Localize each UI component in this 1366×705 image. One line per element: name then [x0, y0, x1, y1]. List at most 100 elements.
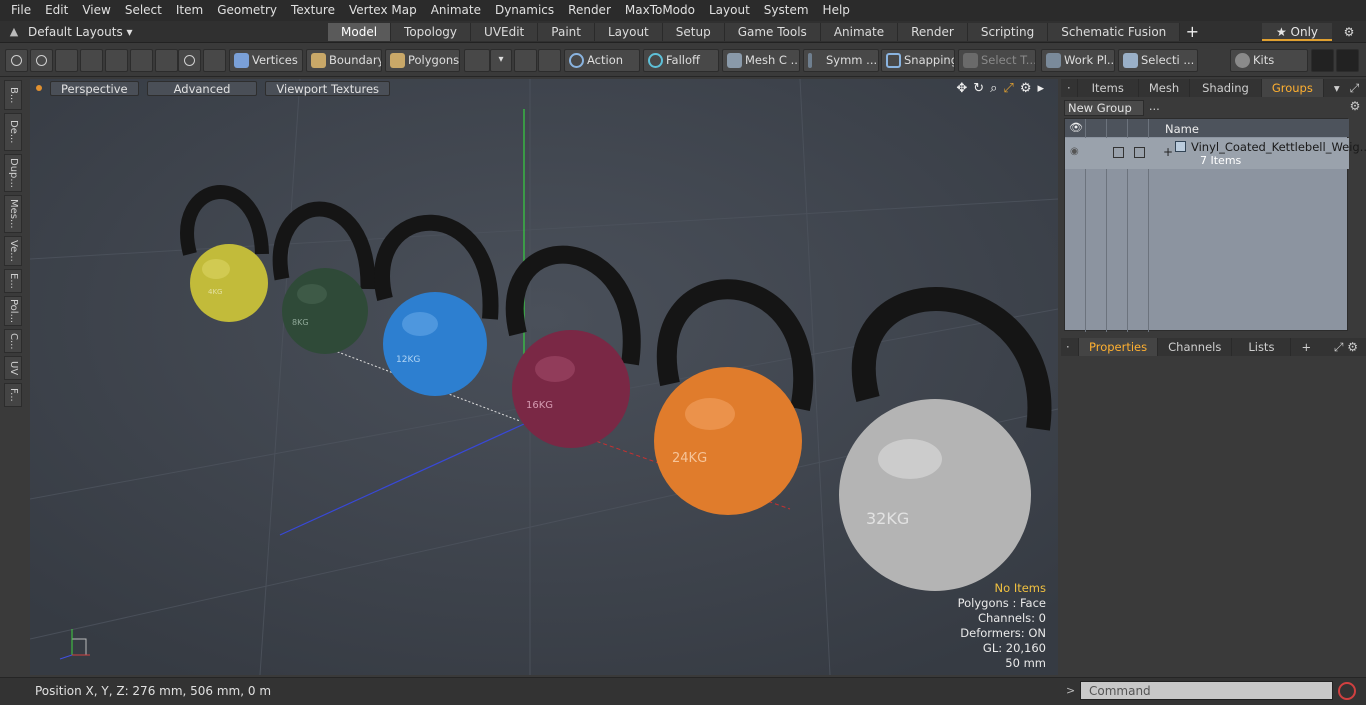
advanced-dropdown[interactable]: Advanced: [146, 80, 258, 96]
row-eye-icon[interactable]: ◉: [1070, 146, 1079, 157]
vtab-deform[interactable]: De...: [4, 113, 22, 151]
tab-scripting[interactable]: Scripting: [967, 22, 1049, 41]
vtab-duplicate[interactable]: Dup...: [4, 154, 22, 192]
vtab-fusion[interactable]: F...: [4, 383, 22, 407]
vtab-uv[interactable]: UV: [4, 356, 22, 380]
tab-render[interactable]: Render: [898, 22, 968, 41]
tab-topology[interactable]: Topology: [391, 22, 472, 41]
layout-tabs: Model Topology UVEdit Paint Layout Setup…: [328, 22, 1204, 41]
frame-icon[interactable]: [155, 49, 178, 72]
tab-lists[interactable]: Lists: [1232, 338, 1292, 356]
maximize-view-icon[interactable]: ⤢: [1003, 81, 1013, 96]
vtab-polygon[interactable]: Pol...: [4, 296, 22, 326]
menu-item[interactable]: Item: [169, 0, 210, 21]
tab-shading[interactable]: Shading: [1190, 79, 1262, 97]
menu-system[interactable]: System: [757, 0, 816, 21]
command-input[interactable]: Command: [1080, 681, 1333, 700]
record-icon[interactable]: [1338, 682, 1356, 700]
tab-channels[interactable]: Channels: [1158, 338, 1233, 356]
3d-viewport[interactable]: 4KG 8KG 12KG 16KG 24KG 32KG Perspective …: [30, 79, 1058, 675]
polygons-button[interactable]: Polygons: [385, 49, 460, 72]
viewport-gear-icon[interactable]: ⚙: [1020, 81, 1032, 96]
unity-icon[interactable]: [1311, 49, 1334, 72]
tab-properties[interactable]: Properties: [1079, 338, 1159, 356]
center-icon[interactable]: [130, 49, 153, 72]
tab-items[interactable]: Items: [1078, 79, 1139, 97]
vtab-mesh-edit[interactable]: Mes...: [4, 195, 22, 233]
vertices-button[interactable]: Vertices: [229, 49, 303, 72]
tab-setup[interactable]: Setup: [662, 22, 725, 41]
menu-help[interactable]: Help: [816, 0, 857, 21]
menu-layout[interactable]: Layout: [702, 0, 757, 21]
vtab-vertex[interactable]: Ve...: [4, 236, 22, 266]
boundary-button[interactable]: Boundary: [306, 49, 382, 72]
column-name[interactable]: Name: [1165, 122, 1199, 136]
select-circle-icon[interactable]: [5, 49, 28, 72]
row-lock-checkbox[interactable]: [1113, 147, 1124, 158]
menu-edit[interactable]: Edit: [38, 0, 75, 21]
add-tab-icon[interactable]: +: [1180, 22, 1204, 41]
symmetry-button[interactable]: Symm ...: [803, 49, 879, 72]
menu-geometry[interactable]: Geometry: [210, 0, 284, 21]
vtab-curve[interactable]: C...: [4, 329, 22, 353]
tab-mesh[interactable]: Mesh ...: [1139, 79, 1191, 113]
pen-icon[interactable]: [55, 49, 78, 72]
rotate-icon[interactable]: [178, 49, 201, 72]
layout-dropdown[interactable]: Default Layouts ▾: [28, 25, 328, 39]
action-button[interactable]: Action: [564, 49, 640, 72]
menu-render[interactable]: Render: [561, 0, 618, 21]
tab-game-tools[interactable]: Game Tools: [724, 22, 821, 41]
expand-plus-icon[interactable]: +: [1163, 145, 1173, 159]
falloff-button[interactable]: Falloff: [643, 49, 719, 72]
menu-animate[interactable]: Animate: [424, 0, 488, 21]
tab-model[interactable]: Model: [328, 22, 392, 41]
dropdown-arrow-icon[interactable]: ▾: [490, 49, 512, 72]
cube-icon[interactable]: [203, 49, 226, 72]
mesh-constraint-button[interactable]: Mesh C ...: [722, 49, 800, 72]
symmetry-shield-icon[interactable]: [514, 49, 537, 72]
menu-vertex-map[interactable]: Vertex Map: [342, 0, 424, 21]
snapping-button[interactable]: Snapping: [881, 49, 955, 72]
rotate-view-icon[interactable]: ↻: [973, 81, 984, 96]
work-plane-button[interactable]: Work Pl...: [1041, 49, 1115, 72]
shield-icon[interactable]: [538, 49, 561, 72]
zoom-view-icon[interactable]: ⌕: [990, 81, 997, 96]
unreal-icon[interactable]: [1336, 49, 1359, 72]
gear-icon[interactable]: ⚙: [1338, 23, 1360, 41]
tab-layout[interactable]: Layout: [594, 22, 663, 41]
tab-uvedit[interactable]: UVEdit: [471, 22, 539, 41]
group-row[interactable]: ◉ + Vinyl_Coated_Kettlebell_Weig... 7 It…: [1065, 138, 1366, 169]
move-view-icon[interactable]: ✥: [956, 81, 967, 96]
menu-select[interactable]: Select: [118, 0, 169, 21]
tabs-dropdown-icon[interactable]: ▾: [1324, 79, 1350, 97]
add-panel-tab-icon[interactable]: +: [1291, 338, 1321, 356]
new-group-button[interactable]: New Group: [1064, 100, 1144, 116]
select-through-button[interactable]: Select T...: [958, 49, 1036, 72]
perspective-dropdown[interactable]: Perspective: [50, 80, 139, 96]
menu-view[interactable]: View: [75, 0, 117, 21]
row-select-checkbox[interactable]: [1134, 147, 1145, 158]
viewport-more-icon[interactable]: ▸: [1037, 81, 1044, 96]
panel-expand-icon[interactable]: ⤢ ⚙: [1350, 79, 1366, 113]
kits-button[interactable]: Kits: [1230, 49, 1308, 72]
tab-animate[interactable]: Animate: [820, 22, 899, 41]
vtab-basic[interactable]: B...: [4, 80, 22, 110]
tab-schematic-fusion[interactable]: Schematic Fusion: [1048, 22, 1181, 41]
tab-paint[interactable]: Paint: [538, 22, 595, 41]
selection-sets-button[interactable]: Selecti ...: [1118, 49, 1198, 72]
eye-icon[interactable]: 👁: [1069, 121, 1083, 134]
align-icon[interactable]: [105, 49, 128, 72]
item-mode-icon[interactable]: [464, 49, 490, 72]
only-toggle[interactable]: ★ Only: [1262, 23, 1332, 41]
globe-icon[interactable]: [30, 49, 53, 72]
viewport-textures-dropdown[interactable]: Viewport Textures: [265, 80, 391, 96]
vtab-edge[interactable]: E...: [4, 269, 22, 293]
brush-icon[interactable]: [80, 49, 103, 72]
tab-groups[interactable]: Groups: [1261, 79, 1324, 97]
collapse-arrow-icon[interactable]: ▲: [0, 25, 28, 38]
menu-file[interactable]: File: [4, 0, 38, 21]
properties-expand-icon[interactable]: ⤢ ⚙: [1334, 338, 1366, 356]
menu-dynamics[interactable]: Dynamics: [488, 0, 561, 21]
menu-texture[interactable]: Texture: [284, 0, 342, 21]
menu-maxtomodo[interactable]: MaxToModo: [618, 0, 702, 21]
